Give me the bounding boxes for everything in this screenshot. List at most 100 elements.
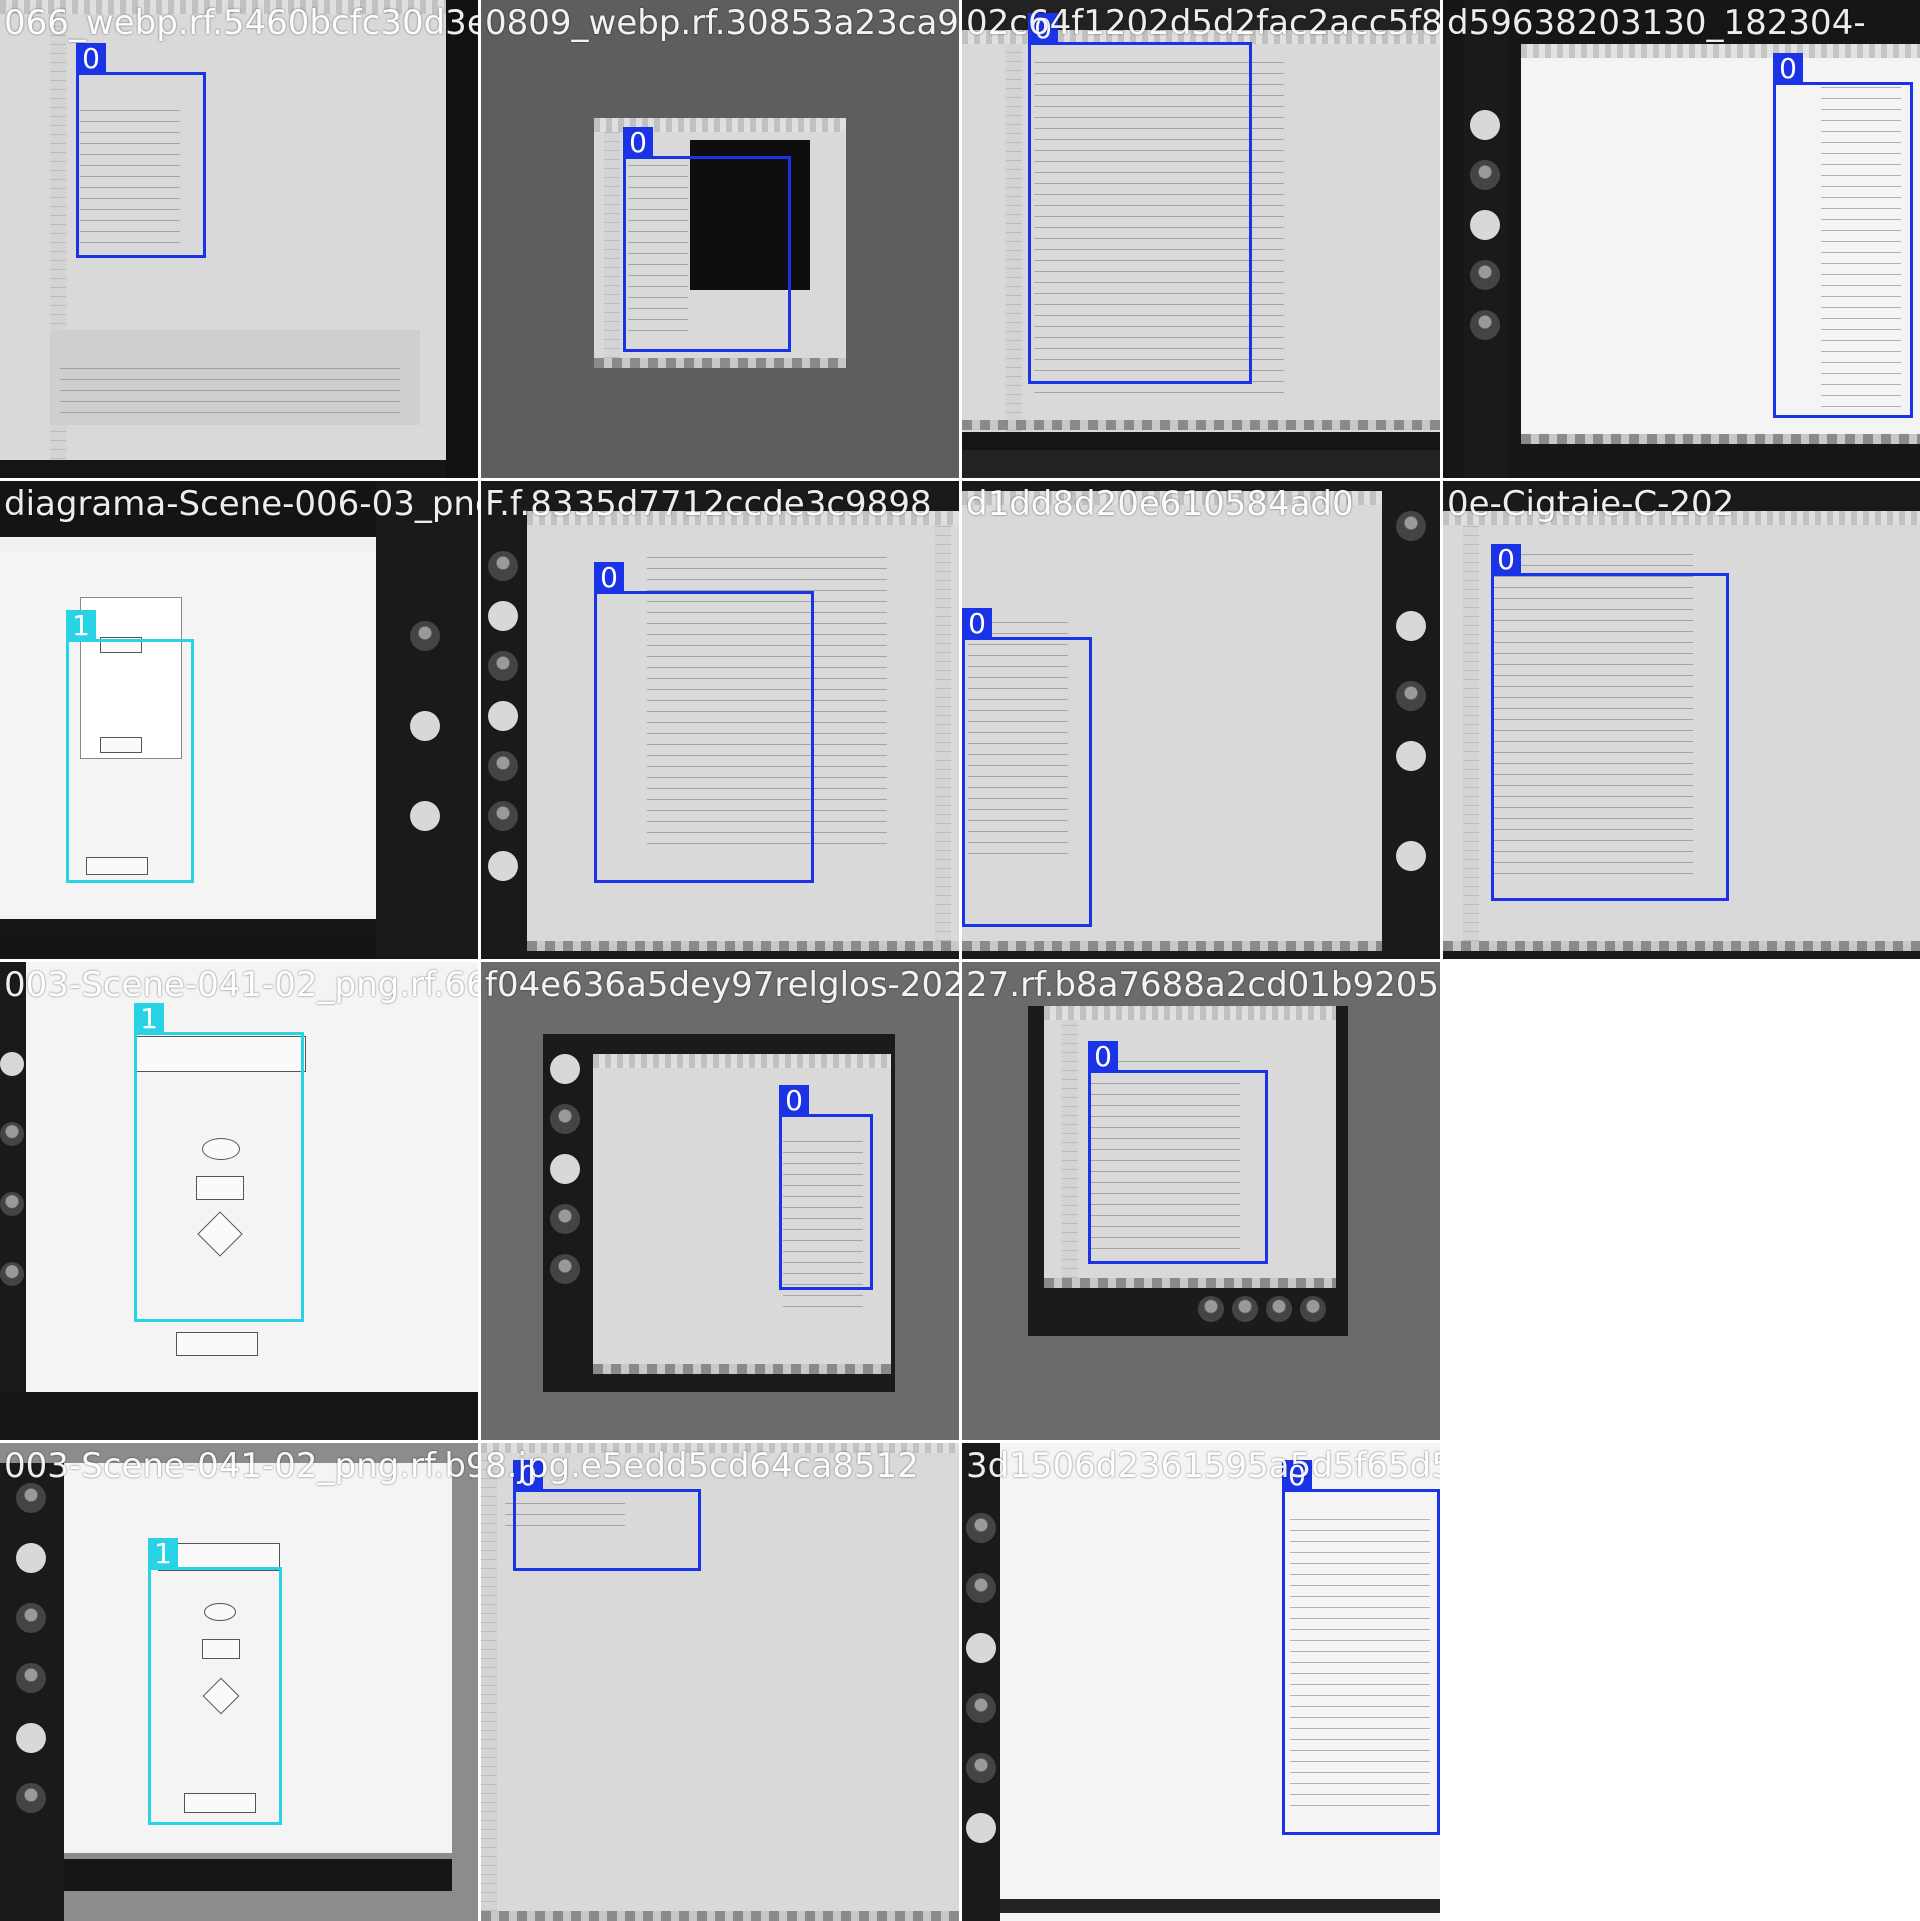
mosaic-tile: 0 0e-Cigtaie-C-202: [1443, 481, 1920, 959]
bounding-box[interactable]: 0: [1088, 1041, 1268, 1264]
image-filename: d1dd8d20e610584ad0: [966, 484, 1354, 524]
participant-avatar: [1396, 611, 1426, 641]
class-label: 0: [594, 562, 624, 594]
bounding-box[interactable]: 0: [1028, 13, 1252, 384]
annotation-mosaic: 0 066_webp.rf.5460bcfc30d3e0809wa13d4f30…: [0, 0, 1920, 1921]
participant-avatar: [16, 1603, 46, 1633]
bounding-box[interactable]: 1: [134, 1003, 304, 1322]
participant-avatar: [488, 601, 518, 631]
class-label: 0: [1088, 1041, 1118, 1073]
participant-avatar: [966, 1573, 996, 1603]
image-filename: f04e636a5dey97relglos-20211108_1924: [485, 965, 959, 1005]
mosaic-tile: 0 0809_webp.rf.30853a23ca97: [481, 0, 959, 478]
participant-avatar: [1396, 741, 1426, 771]
participant-avatar: [1470, 310, 1500, 340]
mosaic-tile: 0 8.jpg.e5edd5cd64ca8512: [481, 1443, 959, 1921]
participant-avatar: [0, 1262, 24, 1286]
bounding-box[interactable]: 0: [76, 43, 206, 258]
participants-panel: [1463, 0, 1509, 478]
participant-avatar: [16, 1783, 46, 1813]
mosaic-tile: 0 d59638203130_182304-: [1443, 0, 1920, 478]
participant-avatar: [1396, 511, 1426, 541]
bounding-box[interactable]: 0: [962, 608, 1092, 927]
bounding-box[interactable]: 0: [513, 1460, 701, 1571]
participant-avatar: [0, 1122, 24, 1146]
participant-avatar: [1198, 1296, 1224, 1322]
participant-avatar: [488, 751, 518, 781]
bounding-box[interactable]: 0: [1773, 53, 1913, 418]
class-label: 0: [1491, 544, 1521, 576]
participant-avatar: [488, 651, 518, 681]
participant-avatar: [966, 1633, 996, 1663]
bounding-box[interactable]: 0: [1282, 1460, 1440, 1835]
mosaic-tile-empty: [1443, 962, 1920, 1440]
participant-avatar: [0, 1192, 24, 1216]
participant-avatar: [550, 1154, 580, 1184]
participant-avatar: [16, 1483, 46, 1513]
image-filename: 066_webp.rf.5460bcfc30d3e0809wa13d4f3085…: [4, 3, 478, 43]
mosaic-tile: 0 f04e636a5dey97relglos-20211108_1924: [481, 962, 959, 1440]
participant-avatar: [16, 1723, 46, 1753]
mosaic-tile-empty: [1443, 1443, 1920, 1921]
mosaic-tile: 0 066_webp.rf.5460bcfc30d3e0809wa13d4f30…: [0, 0, 478, 478]
bounding-box[interactable]: 0: [594, 562, 814, 883]
mosaic-tile: 1 003-Scene-041-02_png.rf.66: [0, 962, 478, 1440]
participant-avatar: [488, 701, 518, 731]
class-label: 1: [134, 1003, 164, 1035]
participants-panel: [962, 1443, 1000, 1921]
participants-panel: [481, 481, 527, 959]
image-filename: 02c64f1202d5d2fac2acc5f88: [966, 3, 1440, 43]
image-filename: d59638203130_182304-: [1447, 3, 1866, 43]
mosaic-tile: 0 F.f.8335d7712ccde3c9898: [481, 481, 959, 959]
bounding-box[interactable]: 1: [148, 1538, 282, 1825]
class-label: 0: [623, 127, 653, 159]
participant-avatar: [488, 551, 518, 581]
image-filename: 003-Scene-041-02_png.rf.b9: [4, 1446, 478, 1486]
participant-avatar: [1470, 260, 1500, 290]
participants-panel: [0, 962, 26, 1440]
image-filename: 27.rf.b8a7688a2cd01b9205131f6167a7: [966, 965, 1440, 1005]
participant-avatar: [966, 1693, 996, 1723]
participant-avatar: [1396, 841, 1426, 871]
bounding-box[interactable]: 0: [1491, 544, 1729, 901]
bounding-box[interactable]: 0: [623, 127, 791, 352]
participant-avatar: [410, 711, 440, 741]
class-label: 1: [148, 1538, 178, 1570]
participant-avatar: [1266, 1296, 1292, 1322]
participants-panel: [1382, 481, 1440, 959]
participant-avatar: [550, 1254, 580, 1284]
participant-avatar: [550, 1054, 580, 1084]
image-filename: 8.jpg.e5edd5cd64ca8512: [485, 1446, 919, 1486]
image-filename: 0809_webp.rf.30853a23ca97: [485, 3, 959, 43]
class-label: 0: [76, 43, 106, 75]
participant-avatar: [1470, 160, 1500, 190]
participant-avatar: [1470, 210, 1500, 240]
participant-avatar: [410, 801, 440, 831]
image-filename: 3d1506d2361595a5d5f65d5ab97d46ff86eb8be: [966, 1446, 1440, 1486]
participant-avatar: [1396, 681, 1426, 711]
bounding-box[interactable]: 0: [779, 1085, 873, 1290]
participant-avatar: [16, 1663, 46, 1693]
image-filename: 003-Scene-041-02_png.rf.66: [4, 965, 478, 1005]
image-filename: diagrama-Scene-006-03_png.rf: [4, 484, 478, 524]
participant-avatar: [1232, 1296, 1258, 1322]
participant-avatar: [966, 1753, 996, 1783]
class-label: 1: [66, 610, 96, 642]
participant-avatar: [550, 1104, 580, 1134]
participants-panel: [0, 1463, 64, 1921]
participant-avatar: [488, 801, 518, 831]
mosaic-tile: 0 02c64f1202d5d2fac2acc5f88: [962, 0, 1440, 478]
class-label: 0: [962, 608, 992, 640]
image-filename: F.f.8335d7712ccde3c9898: [485, 484, 932, 524]
participant-avatar: [16, 1543, 46, 1573]
participant-avatar: [0, 1052, 24, 1076]
participants-panel: [543, 1034, 589, 1392]
bounding-box[interactable]: 1: [66, 610, 194, 883]
class-label: 0: [779, 1085, 809, 1117]
mosaic-tile: 0 3d1506d2361595a5d5f65d5ab97d46ff86eb8b…: [962, 1443, 1440, 1921]
participant-avatar: [1470, 110, 1500, 140]
participants-panel: [376, 481, 478, 959]
participant-avatar: [550, 1204, 580, 1234]
participant-avatar: [966, 1813, 996, 1843]
participant-avatar: [488, 851, 518, 881]
